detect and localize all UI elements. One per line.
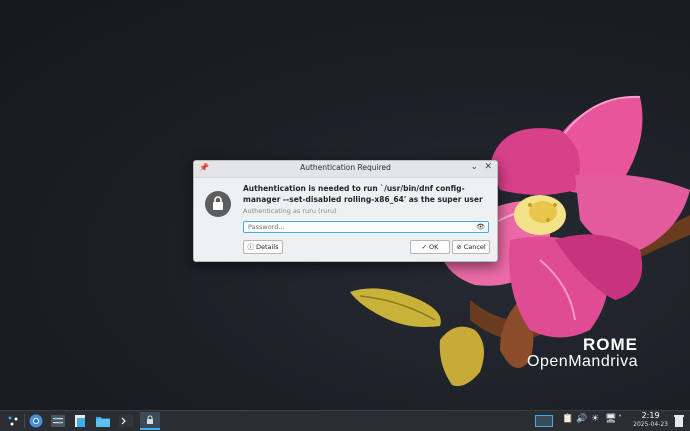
password-input[interactable] bbox=[244, 222, 468, 232]
system-settings-icon[interactable] bbox=[50, 413, 66, 429]
auth-dialog-task-icon[interactable] bbox=[140, 412, 160, 430]
cancel-label: Cancel bbox=[463, 243, 486, 251]
taskbar: 📋 🔊 ☀ 🖥 ˄ 2:19 2025-04-23 bbox=[0, 410, 690, 431]
clock-time: 2:19 bbox=[641, 411, 660, 420]
volume-icon[interactable]: 🔊 bbox=[576, 414, 587, 424]
taskbar-separator bbox=[24, 414, 25, 428]
dolphin-icon[interactable] bbox=[95, 413, 111, 429]
dialog-title: Authentication Required bbox=[300, 163, 391, 172]
show-password-eye-icon[interactable]: 👁 bbox=[476, 223, 485, 231]
chevron-down-icon[interactable]: ⌄ bbox=[470, 162, 478, 172]
virtual-desktop-pager[interactable] bbox=[535, 415, 553, 427]
info-icon: ⓘ bbox=[247, 243, 254, 251]
dialog-titlebar[interactable]: 📌 Authentication Required ⌄ ✕ bbox=[194, 161, 497, 178]
clock[interactable]: 2:19 2025-04-23 bbox=[633, 411, 668, 429]
network-icon[interactable]: 🖥 bbox=[605, 414, 616, 424]
branding-line2: OpenMandriva bbox=[527, 353, 638, 370]
checkmark-icon: ✓ bbox=[421, 243, 428, 251]
lock-icon bbox=[205, 191, 231, 217]
ok-label: OK bbox=[429, 243, 439, 251]
details-label: Details bbox=[255, 243, 279, 251]
auth-user-info: Authenticating as ruru (ruru) bbox=[243, 207, 337, 215]
distro-branding: ROME OpenMandriva bbox=[527, 335, 638, 371]
close-icon[interactable]: ✕ bbox=[484, 162, 492, 172]
brightness-icon[interactable]: ☀ bbox=[591, 414, 599, 424]
authentication-dialog: 📌 Authentication Required ⌄ ✕ Authentica… bbox=[193, 160, 498, 262]
clipboard-icon[interactable]: 📋 bbox=[562, 414, 573, 424]
chevron-up-icon[interactable]: ˄ bbox=[618, 414, 622, 423]
file-manager-icon[interactable] bbox=[72, 413, 88, 429]
branding-line1: ROME bbox=[583, 335, 638, 354]
cancel-button[interactable]: ⊘ Cancel bbox=[452, 240, 490, 254]
trash-icon[interactable] bbox=[673, 413, 685, 429]
cancel-icon: ⊘ bbox=[456, 243, 462, 251]
chromium-icon[interactable] bbox=[28, 413, 44, 429]
ok-button[interactable]: ✓ OK bbox=[410, 240, 450, 254]
clock-date: 2025-04-23 bbox=[633, 421, 668, 428]
password-field-wrapper: 👁 bbox=[243, 221, 489, 233]
app-launcher-icon[interactable] bbox=[5, 413, 21, 429]
desktop: ROME OpenMandriva 📌 Authentication Requi… bbox=[0, 0, 690, 411]
konsole-icon[interactable] bbox=[118, 413, 134, 429]
auth-message: Authentication is needed to run `/usr/bi… bbox=[243, 184, 483, 204]
details-button[interactable]: ⓘ Details bbox=[243, 240, 283, 254]
